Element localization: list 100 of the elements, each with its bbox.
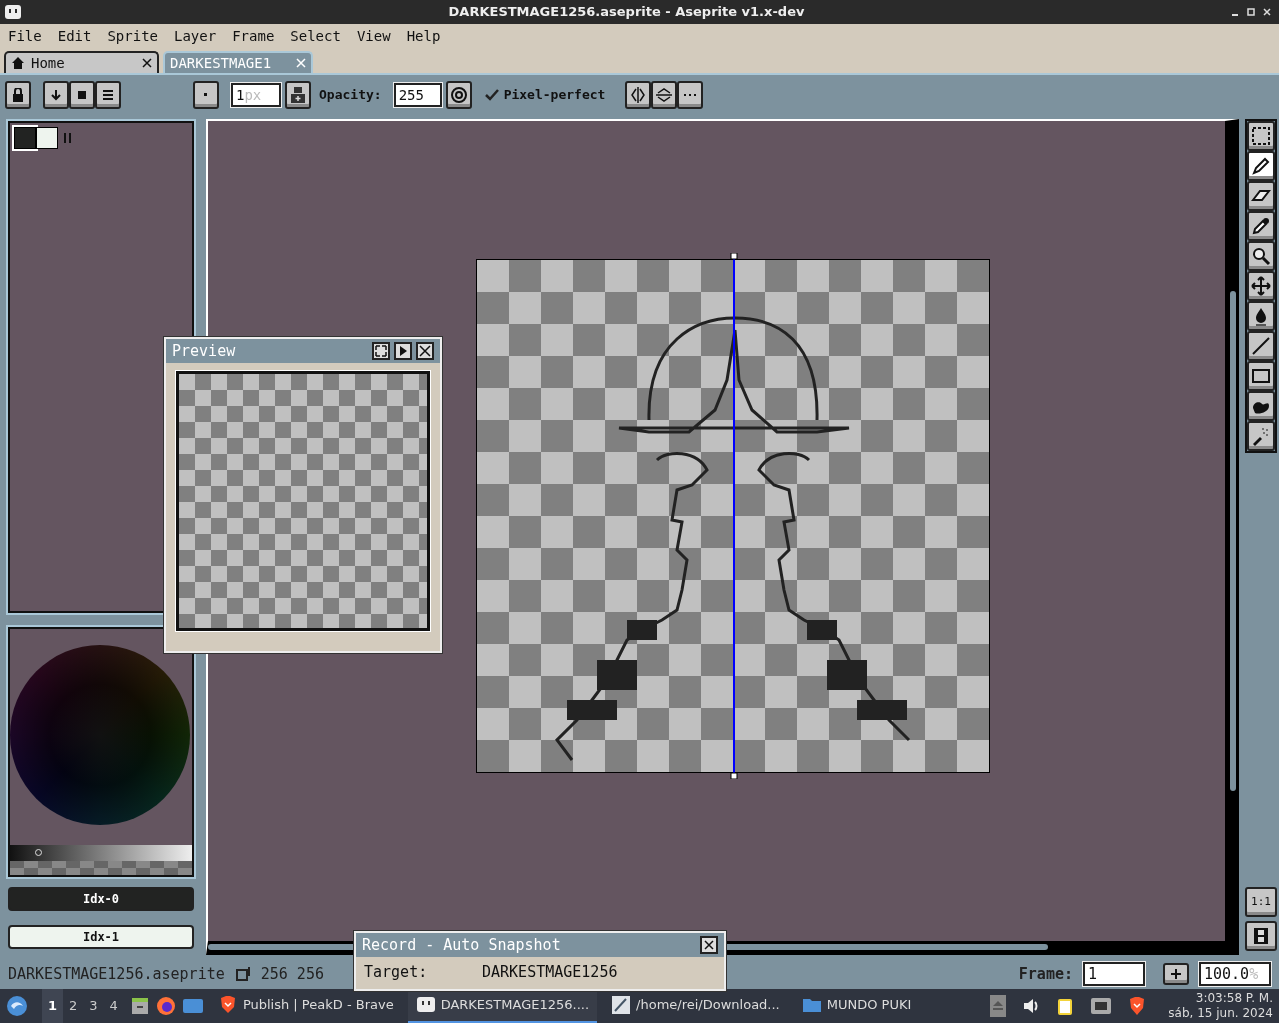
line-icon xyxy=(1251,336,1271,356)
fit-button[interactable] xyxy=(372,342,390,360)
checkbox[interactable] xyxy=(483,88,500,102)
palette-swatch[interactable] xyxy=(36,127,58,149)
close-icon xyxy=(703,939,715,951)
quill-icon xyxy=(611,995,632,1015)
horizontal-symmetry-icon xyxy=(655,87,674,103)
eyedropper-icon xyxy=(1251,216,1271,236)
tab[interactable]: Home xyxy=(4,51,159,73)
tool-button[interactable] xyxy=(1247,211,1275,241)
app-icon xyxy=(415,995,436,1015)
film-icon xyxy=(1253,927,1269,945)
close-icon xyxy=(1263,8,1271,16)
move-icon xyxy=(1251,276,1271,296)
taskbar-item[interactable]: MUNDO PUKI xyxy=(793,989,920,1023)
tool-button[interactable] xyxy=(1247,121,1275,151)
browser-icon xyxy=(155,996,176,1016)
workspace-button[interactable]: 3 xyxy=(83,989,104,1023)
brush-size-field[interactable]: 1px xyxy=(231,83,281,107)
symmetry-vertical-button[interactable] xyxy=(625,81,652,109)
canvas-size: 256 256 xyxy=(260,963,324,985)
window-title: DARKESTMAGE1256.aseprite - Aseprite v1.x-dev xyxy=(447,3,806,22)
vertical-scrollbar[interactable] xyxy=(1230,291,1236,791)
menu-item[interactable]: Help xyxy=(398,25,449,47)
frame-field[interactable]: 1 xyxy=(1083,962,1145,986)
opacity-field[interactable]: 255 xyxy=(393,83,442,107)
grayscale-slider[interactable] xyxy=(10,845,192,861)
tool-button[interactable] xyxy=(1247,271,1275,301)
file-name: DARKESTMAGE1256.aseprite xyxy=(8,963,225,985)
color-button[interactable]: Idx-0 xyxy=(8,887,194,911)
lock-icon xyxy=(11,88,25,102)
square-button[interactable] xyxy=(69,81,95,109)
start-menu-icon xyxy=(6,995,28,1017)
menu-item[interactable]: Edit xyxy=(49,25,100,47)
workspace-button[interactable]: 4 xyxy=(103,989,124,1023)
close-button[interactable] xyxy=(416,342,434,360)
preview-title: Preview xyxy=(172,340,236,362)
workspace-button[interactable]: 2 xyxy=(63,989,84,1023)
vertical-symmetry-icon xyxy=(630,86,647,104)
pencil-icon xyxy=(1251,156,1271,176)
play-button[interactable] xyxy=(394,342,412,360)
plus-icon xyxy=(1170,968,1182,980)
square-icon xyxy=(76,89,88,101)
spray-icon xyxy=(1251,426,1271,446)
menu-item[interactable]: Frame xyxy=(224,25,283,47)
menu-item[interactable]: View xyxy=(348,25,399,47)
brush-type-button[interactable] xyxy=(193,81,219,109)
expand-icon xyxy=(374,344,388,358)
clock-time: 3:03:58 P. M. xyxy=(1195,991,1273,1006)
taskbar-item[interactable]: Publish | PeakD - Brave xyxy=(209,989,402,1023)
canvas-size-icon xyxy=(234,966,251,982)
eject-icon xyxy=(990,995,1007,1017)
zoom-field[interactable]: 100.0% xyxy=(1199,962,1271,986)
menu-item[interactable]: Layer xyxy=(166,25,225,47)
menu-icon xyxy=(102,89,114,101)
tool-button[interactable] xyxy=(1247,391,1275,421)
target-icon xyxy=(449,86,468,104)
zoom-reset-button[interactable]: 1:1 xyxy=(1245,887,1277,917)
pixel-perfect-label: Pixel-perfect xyxy=(503,86,606,105)
tool-button[interactable] xyxy=(1247,361,1275,391)
stamp-icon xyxy=(289,86,307,104)
opacity-label: Opacity: xyxy=(319,86,382,105)
menu-item[interactable]: File xyxy=(0,25,50,47)
symmetry-horizontal-button[interactable] xyxy=(651,81,678,109)
tool-button[interactable] xyxy=(1247,331,1275,361)
target-button[interactable] xyxy=(445,81,472,109)
lock-button[interactable] xyxy=(5,81,31,109)
tool-button[interactable] xyxy=(1247,181,1275,211)
menu-item[interactable]: Select xyxy=(282,25,349,47)
color-button[interactable]: Idx-1 xyxy=(8,925,194,949)
record-title: Record - Auto Snapshot xyxy=(362,934,561,956)
frame-label: Frame: xyxy=(1018,963,1073,985)
file-manager-icon xyxy=(129,996,150,1016)
ink-button[interactable] xyxy=(285,81,311,109)
tool-button[interactable] xyxy=(1247,241,1275,271)
ellipsis-icon xyxy=(684,93,697,97)
more-button[interactable] xyxy=(677,81,704,109)
clipboard-icon xyxy=(1056,996,1075,1016)
marquee-icon xyxy=(1251,126,1271,146)
home-icon xyxy=(11,56,25,70)
close-icon xyxy=(142,58,152,68)
close-button[interactable] xyxy=(700,936,718,954)
taskbar-item[interactable]: /home/rei/Download... xyxy=(603,989,788,1023)
workspace-button[interactable]: 1 xyxy=(42,989,64,1023)
target-value: DARKESTMAGE1256 xyxy=(482,962,618,983)
network-icon xyxy=(1090,996,1113,1016)
tool-button[interactable] xyxy=(1247,421,1275,451)
tool-button[interactable] xyxy=(1247,151,1275,181)
close-icon xyxy=(296,58,306,68)
add-frame-button[interactable] xyxy=(1163,963,1189,985)
menu-item[interactable]: Sprite xyxy=(99,25,166,47)
pause-icon xyxy=(64,133,72,143)
rectangle-icon xyxy=(1251,366,1271,386)
timeline-button[interactable] xyxy=(1245,921,1277,951)
close-icon xyxy=(418,344,432,358)
maximize-icon xyxy=(1247,8,1255,16)
palette-swatch[interactable] xyxy=(14,127,36,149)
tool-button[interactable] xyxy=(1247,301,1275,331)
down-button[interactable] xyxy=(43,81,69,109)
menu-button[interactable] xyxy=(95,81,121,109)
